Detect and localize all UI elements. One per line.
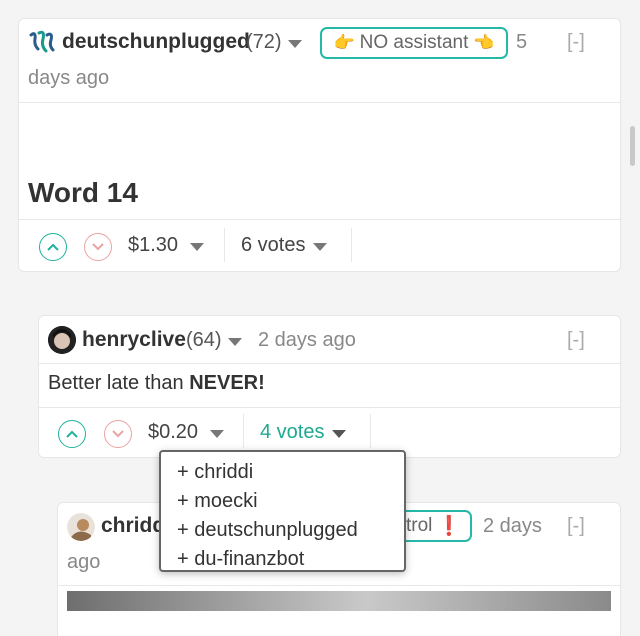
timestamp[interactable]: 5: [516, 31, 527, 54]
author-name[interactable]: henryclive: [82, 328, 186, 352]
upvote-icon: [47, 243, 59, 251]
divider: [39, 363, 620, 364]
avatar[interactable]: [67, 513, 95, 541]
comment-card: [18, 18, 621, 272]
voter-item[interactable]: + moecki: [177, 487, 404, 516]
payout-value[interactable]: $1.30: [128, 234, 178, 257]
author-name[interactable]: deutschunplugged: [62, 30, 250, 54]
pointing-right-icon: 👉: [333, 33, 355, 52]
caret-down-icon[interactable]: [228, 338, 242, 346]
timestamp[interactable]: 2 days ago: [258, 329, 356, 352]
divider: [19, 102, 620, 103]
status-badge: trol ❗: [404, 510, 472, 542]
votes-count[interactable]: 4 votes: [260, 421, 324, 444]
divider: [58, 585, 620, 586]
divider: [39, 407, 620, 408]
voter-item[interactable]: + du-finanzbot: [177, 545, 404, 574]
badge-label: trol: [406, 515, 433, 536]
comment-body: Better late than NEVER!: [48, 372, 265, 395]
downvote-button[interactable]: [104, 420, 132, 448]
caret-down-icon[interactable]: [288, 40, 302, 48]
timestamp-continued[interactable]: days ago: [28, 67, 109, 90]
pointing-left-icon: 👈: [473, 33, 495, 52]
author-reputation: (64): [186, 329, 222, 351]
upvote-button[interactable]: [39, 233, 67, 261]
timestamp[interactable]: 2 days: [483, 515, 542, 538]
status-badge: 👉 NO assistant 👈: [320, 27, 508, 59]
badge-label: NO assistant: [359, 32, 469, 53]
voter-item[interactable]: + deutschunplugged: [177, 516, 404, 545]
collapse-toggle[interactable]: [-]: [567, 515, 585, 538]
downvote-icon: [112, 430, 124, 438]
collapse-toggle[interactable]: [-]: [567, 329, 585, 352]
separator: [224, 228, 225, 262]
voter-item[interactable]: + chriddi: [177, 458, 404, 487]
author-reputation: (72): [246, 31, 282, 53]
caret-down-icon[interactable]: [332, 430, 346, 438]
divider: [19, 219, 620, 220]
voters-dropdown: + chriddi + moecki + deutschunplugged + …: [159, 450, 406, 572]
comment-title: Word 14: [28, 177, 138, 208]
caret-down-icon[interactable]: [210, 430, 224, 438]
separator: [370, 414, 371, 448]
scrollbar[interactable]: [630, 126, 635, 166]
separator: [243, 414, 244, 448]
comment-body-text: Better late than: [48, 372, 190, 394]
downvote-icon: [92, 243, 104, 251]
collapse-toggle[interactable]: [-]: [567, 31, 585, 54]
votes-count[interactable]: 6 votes: [241, 234, 305, 257]
exclamation-icon: ❗: [437, 516, 462, 537]
upvote-button[interactable]: [58, 420, 86, 448]
timestamp-continued[interactable]: ago: [67, 551, 100, 574]
comment-body-emphasis: NEVER!: [189, 372, 265, 394]
separator: [351, 228, 352, 262]
post-image: [67, 591, 611, 611]
steem-logo-icon: [29, 29, 57, 55]
caret-down-icon[interactable]: [190, 243, 204, 251]
caret-down-icon[interactable]: [313, 243, 327, 251]
avatar[interactable]: [48, 326, 76, 354]
upvote-icon: [66, 430, 78, 438]
payout-value[interactable]: $0.20: [148, 421, 198, 444]
downvote-button[interactable]: [84, 233, 112, 261]
author-name[interactable]: chridd: [101, 514, 165, 538]
